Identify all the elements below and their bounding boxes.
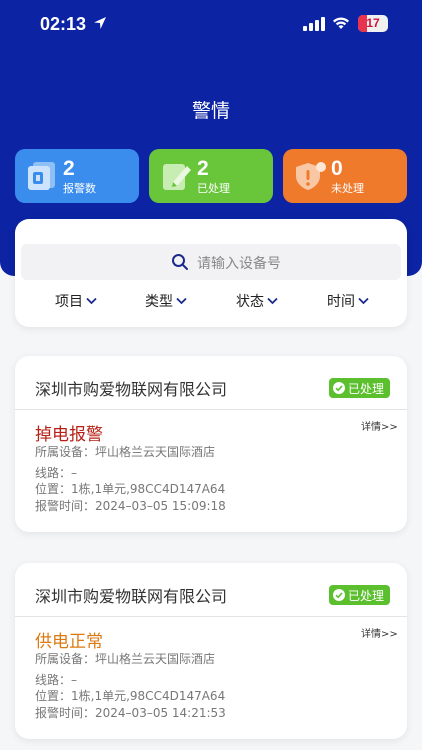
company-name: 深圳市购爱物联网有限公司: [35, 380, 228, 399]
time-row: 报警时间：2024–03–05 15:09:18: [35, 497, 226, 514]
chevron-down-icon: [86, 297, 97, 305]
position-value: 1栋,1单元,98CC4D147A64: [71, 482, 226, 496]
time-value: 2024–03–05 14:21:53: [95, 706, 226, 720]
line-row: 线路：–: [35, 464, 77, 481]
stat-value: 2: [63, 157, 75, 180]
filter-label: 项目: [55, 294, 83, 310]
chevron-down-icon: [267, 297, 278, 305]
position-row: 位置：1栋,1单元,98CC4D147A64: [35, 687, 225, 704]
device-value: 坪山格兰云天国际酒店: [95, 445, 216, 459]
detail-link[interactable]: 详情>>: [361, 418, 398, 433]
search-icon: [172, 254, 188, 270]
warning-shield-icon: [296, 162, 326, 190]
time-label: 报警时间：: [35, 706, 96, 720]
position-label: 位置：: [35, 482, 72, 496]
alarm-card[interactable]: 深圳市购爱物联网有限公司 已处理 详情>> 掉电报警 所属设备：坪山格兰云天国际…: [15, 356, 407, 532]
company-name: 深圳市购爱物联网有限公司: [35, 587, 228, 606]
time-row: 报警时间：2024–03–05 14:21:53: [35, 704, 226, 721]
status-time: 02:13: [40, 14, 87, 34]
wifi-icon: [333, 17, 349, 29]
alarm-type: 供电正常: [35, 632, 103, 652]
stat-label: 未处理: [331, 182, 364, 195]
time-value: 2024–03–05 15:09:18: [95, 499, 226, 513]
device-row: 所属设备：坪山格兰云天国际酒店: [35, 650, 215, 667]
line-value: –: [71, 673, 78, 687]
stat-card-unprocessed[interactable]: 0 未处理: [283, 149, 407, 203]
line-row: 线路：–: [35, 671, 77, 688]
filter-status[interactable]: 状态: [236, 291, 278, 311]
check-circle-icon: [333, 589, 345, 601]
line-value: –: [71, 466, 78, 480]
filter-label: 状态: [236, 294, 264, 310]
line-label: 线路：: [35, 466, 72, 480]
stat-card-processed[interactable]: 2 已处理: [149, 149, 273, 203]
device-row: 所属设备：坪山格兰云天国际酒店: [35, 443, 215, 460]
check-circle-icon: [333, 382, 345, 394]
cellular-signal-icon: [303, 17, 325, 31]
stat-value: 0: [331, 157, 343, 180]
filter-project[interactable]: 项目: [55, 291, 97, 311]
page-title: 警情: [191, 100, 230, 122]
search-input[interactable]: 请输入设备号: [21, 244, 401, 280]
alarm-type: 掉电报警: [35, 425, 103, 445]
time-label: 报警时间：: [35, 499, 96, 513]
location-arrow-icon: [94, 17, 106, 29]
search-placeholder: 请输入设备号: [197, 256, 281, 272]
filter-label: 类型: [145, 294, 173, 310]
status-badge: 已处理: [329, 378, 391, 398]
filter-card: 请输入设备号 项目 类型 状态 时间: [15, 219, 407, 327]
stat-label: 报警数: [63, 182, 96, 195]
status-bar: 02:13 17: [0, 0, 422, 50]
battery-indicator: 17: [358, 15, 388, 32]
device-label: 所属设备：: [35, 445, 96, 459]
filter-time[interactable]: 时间: [327, 291, 369, 311]
chevron-down-icon: [176, 297, 187, 305]
stat-label: 已处理: [197, 182, 230, 195]
position-row: 位置：1栋,1单元,98CC4D147A64: [35, 480, 225, 497]
device-label: 所属设备：: [35, 652, 96, 666]
divider: [15, 616, 407, 617]
stat-value: 2: [197, 157, 209, 180]
status-text: 已处理: [348, 381, 385, 396]
status-badge: 已处理: [329, 585, 391, 605]
edit-document-icon: [163, 164, 191, 190]
status-text: 已处理: [348, 588, 385, 603]
position-value: 1栋,1单元,98CC4D147A64: [71, 689, 226, 703]
filter-label: 时间: [327, 294, 355, 310]
position-label: 位置：: [35, 689, 72, 703]
line-label: 线路：: [35, 673, 72, 687]
alarm-list-icon: [28, 162, 55, 190]
detail-link[interactable]: 详情>>: [361, 625, 398, 640]
alarm-card[interactable]: 深圳市购爱物联网有限公司 已处理 详情>> 供电正常 所属设备：坪山格兰云天国际…: [15, 563, 407, 739]
battery-percent: 17: [366, 16, 380, 30]
device-value: 坪山格兰云天国际酒店: [95, 652, 216, 666]
divider: [15, 409, 407, 410]
filter-type[interactable]: 类型: [145, 291, 187, 311]
stat-card-total-alarms[interactable]: 2 报警数: [15, 149, 139, 203]
chevron-down-icon: [358, 297, 369, 305]
